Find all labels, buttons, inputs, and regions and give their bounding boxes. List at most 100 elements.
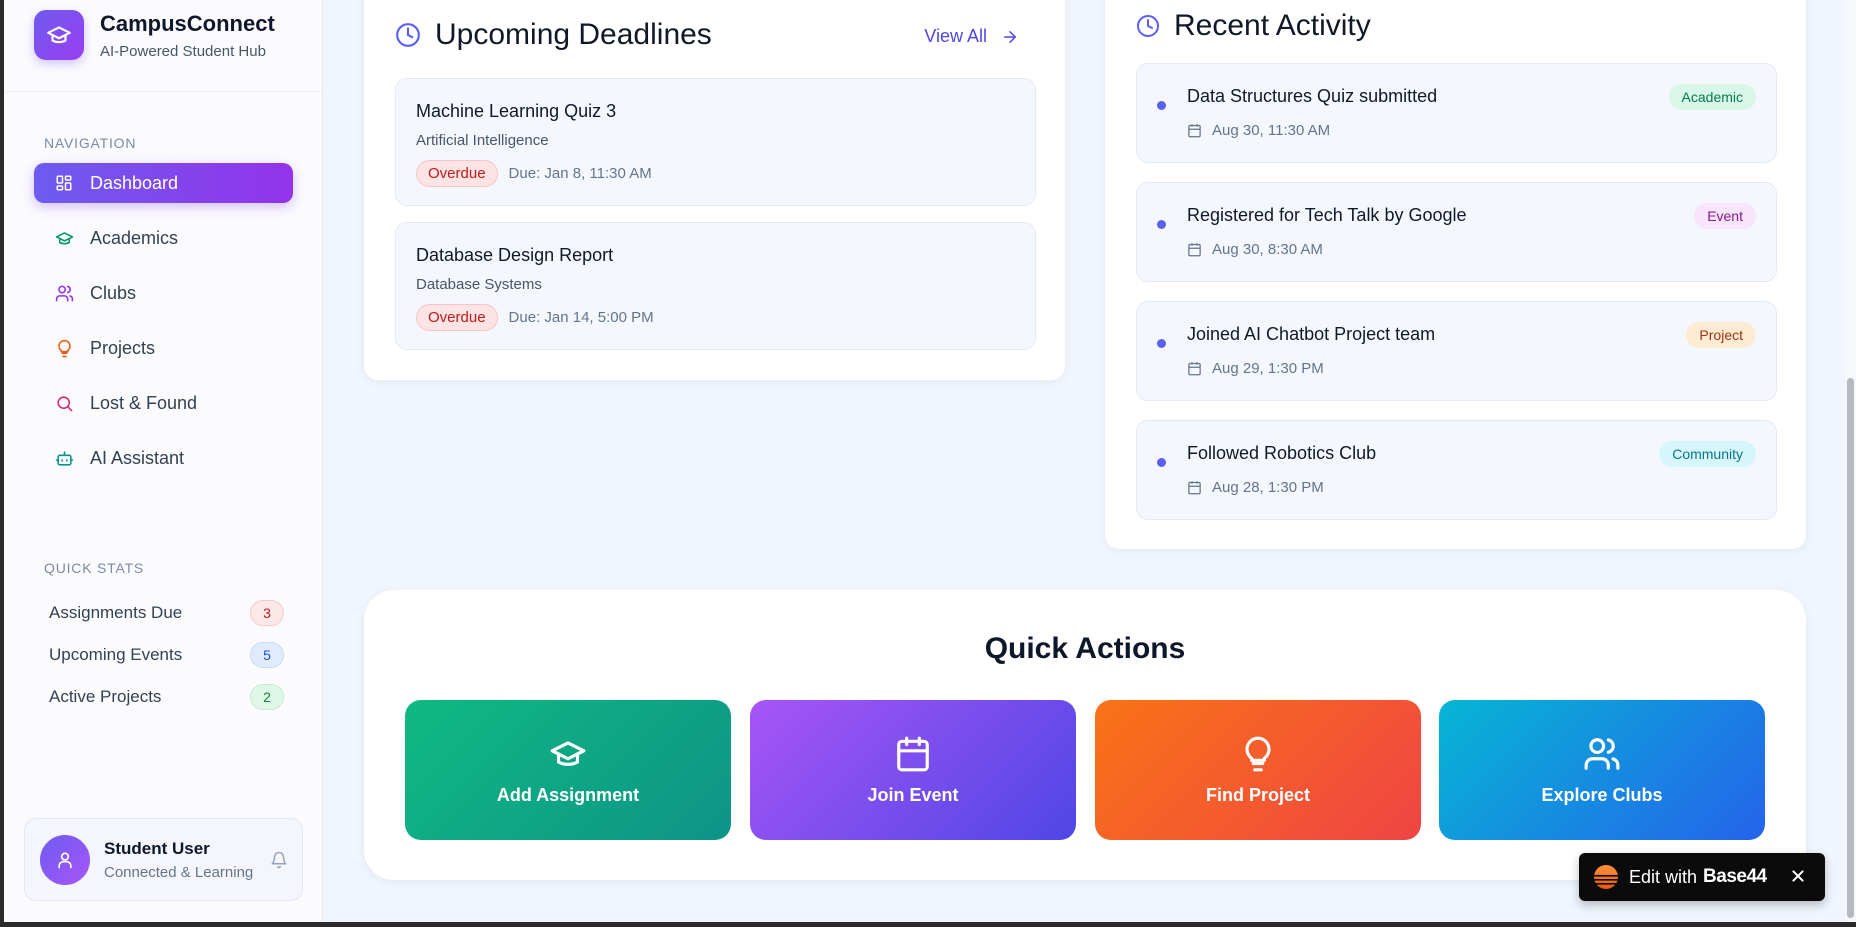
user-profile-card[interactable]: Student User Connected & Learning bbox=[24, 818, 303, 901]
lightbulb-icon bbox=[54, 338, 74, 358]
category-tag: Community bbox=[1659, 441, 1756, 467]
recent-activity-card: Recent Activity Data Structures Quiz sub… bbox=[1105, 0, 1806, 549]
nav-item-clubs[interactable]: Clubs bbox=[34, 273, 293, 313]
bot-icon bbox=[54, 448, 74, 468]
nav-item-label: Dashboard bbox=[90, 172, 179, 193]
stat-active-projects: Active Projects 2 bbox=[34, 676, 284, 718]
graduation-cap-icon bbox=[549, 735, 587, 773]
bullet-dot bbox=[1157, 458, 1166, 467]
deadline-course: Database Systems bbox=[416, 276, 542, 293]
deadline-title: Machine Learning Quiz 3 bbox=[416, 101, 617, 121]
sidebar: CampusConnect AI-Powered Student Hub NAV… bbox=[4, 0, 323, 922]
activity-item[interactable]: Joined AI Chatbot Project team Aug 29, 1… bbox=[1136, 301, 1777, 401]
calendar-icon bbox=[1187, 480, 1202, 495]
calendar-icon bbox=[894, 735, 932, 773]
deadline-due-date: Due: Jan 8, 11:30 AM bbox=[508, 165, 652, 182]
find-project-button[interactable]: Find Project bbox=[1095, 700, 1421, 840]
deadlines-title: Upcoming Deadlines bbox=[435, 18, 712, 51]
category-tag: Event bbox=[1694, 203, 1756, 229]
bell-icon[interactable] bbox=[270, 851, 288, 874]
window-frame-bottom bbox=[0, 922, 1856, 927]
upcoming-deadlines-card: Upcoming Deadlines View All Machine Lear… bbox=[364, 0, 1065, 380]
users-icon bbox=[54, 283, 74, 303]
quick-stats: Assignments Due 3 Upcoming Events 5 Acti… bbox=[34, 592, 284, 718]
user-status: Connected & Learning bbox=[104, 863, 254, 881]
dashboard-grid-icon bbox=[54, 173, 74, 193]
activity-time: Aug 30, 11:30 AM bbox=[1187, 122, 1330, 139]
base44-brand-label: Base44 bbox=[1703, 866, 1767, 887]
nav-item-label: Lost & Found bbox=[90, 392, 198, 413]
button-label: Add Assignment bbox=[496, 784, 640, 805]
nav-item-label: Clubs bbox=[90, 282, 137, 303]
deadlines-heading: Upcoming Deadlines bbox=[395, 18, 712, 52]
deadline-course: Artificial Intelligence bbox=[416, 132, 549, 149]
users-icon bbox=[1583, 735, 1621, 773]
avatar bbox=[40, 834, 90, 885]
explore-clubs-button[interactable]: Explore Clubs bbox=[1439, 700, 1765, 840]
edit-with-base44-badge[interactable]: Edit with Base44 bbox=[1579, 853, 1825, 901]
activity-heading: Recent Activity bbox=[1136, 9, 1371, 43]
close-icon[interactable] bbox=[1787, 865, 1809, 887]
search-icon bbox=[54, 393, 74, 413]
view-all-link[interactable]: View All bbox=[924, 26, 1019, 47]
brand[interactable]: CampusConnect AI-Powered Student Hub bbox=[34, 10, 275, 60]
nav-item-dashboard[interactable]: Dashboard bbox=[34, 163, 293, 203]
activity-item[interactable]: Registered for Tech Talk by Google Aug 3… bbox=[1136, 182, 1777, 282]
activity-title: Registered for Tech Talk by Google bbox=[1187, 205, 1467, 225]
overdue-badge: Overdue bbox=[416, 160, 498, 187]
activity-time: Aug 30, 8:30 AM bbox=[1187, 241, 1323, 258]
activity-item[interactable]: Followed Robotics Club Aug 28, 1:30 PM C… bbox=[1136, 420, 1777, 520]
scrollbar-thumb[interactable] bbox=[1847, 378, 1854, 918]
nav-item-academics[interactable]: Academics bbox=[34, 218, 293, 258]
overdue-badge: Overdue bbox=[416, 304, 498, 331]
join-event-button[interactable]: Join Event bbox=[750, 700, 1076, 840]
bullet-dot bbox=[1157, 339, 1166, 348]
main-navigation: Dashboard Academics Clubs Projects Lost … bbox=[34, 163, 293, 493]
nav-item-label: Academics bbox=[90, 227, 179, 248]
add-assignment-button[interactable]: Add Assignment bbox=[405, 700, 731, 840]
activity-time: Aug 29, 1:30 PM bbox=[1187, 360, 1324, 377]
user-icon bbox=[58, 852, 72, 868]
bullet-dot bbox=[1157, 101, 1166, 110]
stat-label: Assignments Due bbox=[49, 603, 183, 622]
quick-actions-title: Quick Actions bbox=[984, 632, 1186, 665]
category-tag: Project bbox=[1686, 322, 1756, 348]
nav-item-label: Projects bbox=[90, 337, 156, 358]
category-tag: Academic bbox=[1668, 84, 1756, 110]
edit-with-label: Edit with bbox=[1629, 866, 1698, 887]
graduation-cap-icon bbox=[34, 10, 84, 60]
nav-item-label: AI Assistant bbox=[90, 447, 185, 468]
activity-time: Aug 28, 1:30 PM bbox=[1187, 479, 1324, 496]
quick-actions-card: Quick Actions Add Assignment Join Event … bbox=[364, 590, 1806, 880]
user-name: Student User bbox=[104, 838, 210, 858]
navigation-section-label: NAVIGATION bbox=[44, 135, 137, 151]
button-label: Explore Clubs bbox=[1541, 784, 1663, 805]
button-label: Join Event bbox=[867, 784, 959, 805]
stat-label: Upcoming Events bbox=[49, 645, 183, 664]
stat-label: Active Projects bbox=[49, 687, 162, 706]
nav-item-lost-found[interactable]: Lost & Found bbox=[34, 383, 293, 423]
calendar-icon bbox=[1187, 242, 1202, 257]
activity-title: Joined AI Chatbot Project team bbox=[1187, 324, 1436, 344]
deadline-title: Database Design Report bbox=[416, 245, 614, 265]
calendar-icon bbox=[1187, 361, 1202, 376]
deadline-item[interactable]: Database Design Report Database Systems … bbox=[395, 222, 1036, 350]
nav-item-projects[interactable]: Projects bbox=[34, 328, 293, 368]
nav-item-ai-assistant[interactable]: AI Assistant bbox=[34, 438, 293, 478]
deadline-due-date: Due: Jan 14, 5:00 PM bbox=[508, 309, 654, 326]
stat-assignments-due: Assignments Due 3 bbox=[34, 592, 284, 634]
quick-stats-section-label: QUICK STATS bbox=[44, 560, 145, 576]
activity-title: Followed Robotics Club bbox=[1187, 443, 1377, 463]
clock-icon bbox=[1136, 14, 1160, 38]
stat-count-badge: 5 bbox=[250, 642, 284, 668]
deadline-item[interactable]: Machine Learning Quiz 3 Artificial Intel… bbox=[395, 78, 1036, 206]
divider bbox=[4, 91, 323, 92]
activity-item[interactable]: Data Structures Quiz submitted Aug 30, 1… bbox=[1136, 63, 1777, 163]
bullet-dot bbox=[1157, 220, 1166, 229]
activity-title: Recent Activity bbox=[1174, 9, 1371, 42]
calendar-icon bbox=[1187, 123, 1202, 138]
lightbulb-icon bbox=[1239, 735, 1277, 773]
activity-title: Data Structures Quiz submitted bbox=[1187, 86, 1438, 106]
stat-count-badge: 2 bbox=[250, 684, 284, 710]
stat-count-badge: 3 bbox=[250, 600, 284, 626]
